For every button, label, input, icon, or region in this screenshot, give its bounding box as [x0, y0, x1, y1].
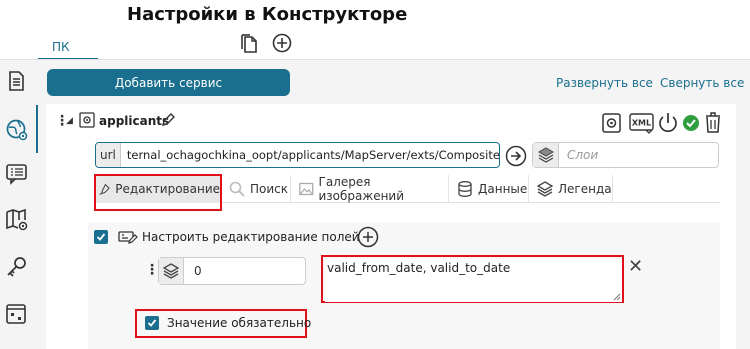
add-field-circle-icon[interactable] — [357, 226, 379, 252]
edit-fields-icon — [118, 228, 138, 250]
check-circle-icon[interactable] — [682, 114, 700, 136]
tab-gallery[interactable]: Галерея изображений — [295, 175, 449, 203]
highlight-box-editing-tab — [94, 174, 222, 211]
tab-pk[interactable]: ПК — [52, 40, 70, 54]
resize-grip-icon[interactable] — [613, 293, 621, 301]
settings-gear-icon[interactable] — [601, 111, 623, 139]
layers-stack-icon — [159, 258, 184, 284]
required-label: Значение обязательно — [167, 316, 312, 330]
layer-index-value[interactable]: 0 — [184, 264, 202, 278]
document-icon[interactable] — [5, 70, 27, 96]
url-prefix-label: url — [96, 143, 121, 167]
tab-data[interactable]: Данные — [453, 175, 529, 203]
add-circle-icon[interactable] — [272, 33, 292, 57]
collapse-triangle-icon[interactable]: ◢ — [66, 116, 73, 126]
tab-legend[interactable]: Легенда — [533, 175, 613, 203]
pencil-icon[interactable] — [160, 112, 176, 132]
tab-data-label: Данные — [478, 182, 528, 196]
required-checkbox[interactable] — [145, 316, 159, 330]
xml-export-icon[interactable]: XML — [628, 111, 656, 139]
fields-textarea[interactable]: valid_from_date, valid_to_date — [325, 259, 622, 302]
add-service-button[interactable]: Добавить сервис — [47, 69, 290, 96]
fields-textarea-value: valid_from_date, valid_to_date — [327, 261, 511, 275]
globe-settings-icon[interactable] — [5, 118, 29, 146]
close-icon[interactable]: ✕ — [628, 256, 643, 277]
map-settings-icon[interactable] — [5, 208, 29, 236]
configure-editing-checkbox[interactable] — [94, 230, 108, 244]
chat-list-icon[interactable] — [5, 163, 29, 189]
power-icon[interactable] — [657, 111, 679, 139]
configure-editing-label: Настроить редактирование полей — [142, 230, 360, 244]
image-icon — [299, 182, 314, 196]
window-layout-icon[interactable] — [5, 303, 27, 329]
page-title: Настройки в Конструкторе — [127, 4, 408, 25]
layers-select[interactable]: Слои — [532, 142, 719, 168]
url-value[interactable]: ternal_ochagochkina_oopt/applicants/MapS… — [121, 148, 499, 162]
trash-icon[interactable] — [703, 111, 723, 139]
collapse-all-link[interactable]: Свернуть все — [660, 76, 744, 90]
layers-icon — [536, 181, 554, 197]
layer-index-field[interactable]: 0 — [158, 257, 306, 285]
layers-icon — [533, 143, 559, 167]
layers-placeholder: Слои — [567, 148, 599, 162]
tab-legend-label: Легенда — [558, 182, 612, 196]
url-field[interactable]: url ternal_ochagochkina_oopt/applicants/… — [95, 142, 500, 168]
tab-search[interactable]: Поиск — [225, 175, 291, 203]
key-icon[interactable] — [5, 256, 27, 284]
service-name: applicants — [99, 114, 170, 128]
svg-text:XML: XML — [632, 119, 651, 128]
tab-gallery-label: Галерея изображений — [318, 175, 405, 203]
field-drag-handle-icon[interactable]: ⋮ — [145, 262, 159, 278]
tab-search-label: Поиск — [250, 182, 289, 196]
expand-all-link[interactable]: Развернуть все — [556, 76, 653, 90]
service-gear-icon — [79, 112, 95, 132]
arrow-right-circle-icon[interactable] — [505, 145, 527, 171]
copy-document-icon[interactable] — [240, 34, 258, 58]
search-icon — [229, 181, 245, 197]
database-icon — [458, 181, 472, 197]
